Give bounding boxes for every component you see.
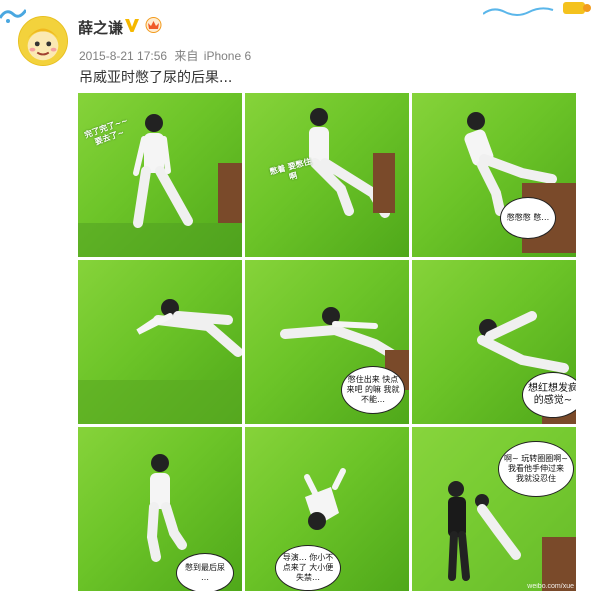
speech-bubble: 啊~ 玩转圈圈啊~ 我看他手伸过来 我就没忍住 — [498, 441, 574, 497]
vip-badge-icon[interactable] — [145, 17, 162, 33]
speech-bubble: 憋到最后尿 … — [176, 553, 234, 591]
post-date[interactable]: 2015-8-21 17:56 — [79, 49, 167, 63]
avatar-image-icon — [19, 17, 67, 65]
verified-v-icon — [125, 19, 139, 32]
photo-8[interactable]: 导演… 你小不点来了 大小便失禁… — [245, 427, 409, 591]
speech-bubble: 憋憋憋 憋… — [500, 197, 556, 239]
photo-7[interactable]: 憋到最后尿 … — [78, 427, 242, 591]
post-source-prefix: 来自 — [174, 49, 199, 63]
username[interactable]: 薛之谦 — [78, 17, 123, 38]
post-meta: 2015-8-21 17:56 来自 iPhone 6 — [79, 47, 255, 64]
speech-bubble: 想红想发疯 的感觉~ — [522, 372, 576, 418]
speech-bubble: 导演… 你小不点来了 大小便失禁… — [275, 545, 341, 591]
photo-1[interactable]: 完了完了~~要去了~ — [78, 93, 242, 257]
photo-3[interactable]: 憋憋憋 憋… — [412, 93, 576, 257]
post-source-device[interactable]: iPhone 6 — [204, 49, 251, 63]
speech-bubble: 憋住出来 快点来吧 的嘛 我就不能… — [341, 366, 405, 414]
photo-figure-icon — [464, 112, 576, 253]
photo-grid: 完了完了~~要去了~ 憋着 要憋住啊 憋憋憋 憋… 憋住出来 快点来吧 的嘛 我… — [78, 93, 576, 591]
photo-2[interactable]: 憋着 要憋住啊 — [245, 93, 409, 257]
photo-6[interactable]: 想红想发疯 的感觉~ — [412, 260, 576, 424]
post-text: 吊威亚时憋了尿的后果... — [79, 70, 233, 86]
photo-figure-icon — [78, 299, 242, 424]
photo-4[interactable] — [78, 260, 242, 424]
photo-9[interactable]: 啊~ 玩转圈圈啊~ 我看他手伸过来 我就没忍住 weibo.com/xue — [412, 427, 576, 591]
photo-5[interactable]: 憋住出来 快点来吧 的嘛 我就不能… — [245, 260, 409, 424]
corner-decoration-icon — [0, 9, 26, 23]
watermark: weibo.com/xue — [527, 583, 574, 590]
header-decoration-icon — [483, 2, 591, 16]
avatar[interactable] — [18, 16, 68, 66]
